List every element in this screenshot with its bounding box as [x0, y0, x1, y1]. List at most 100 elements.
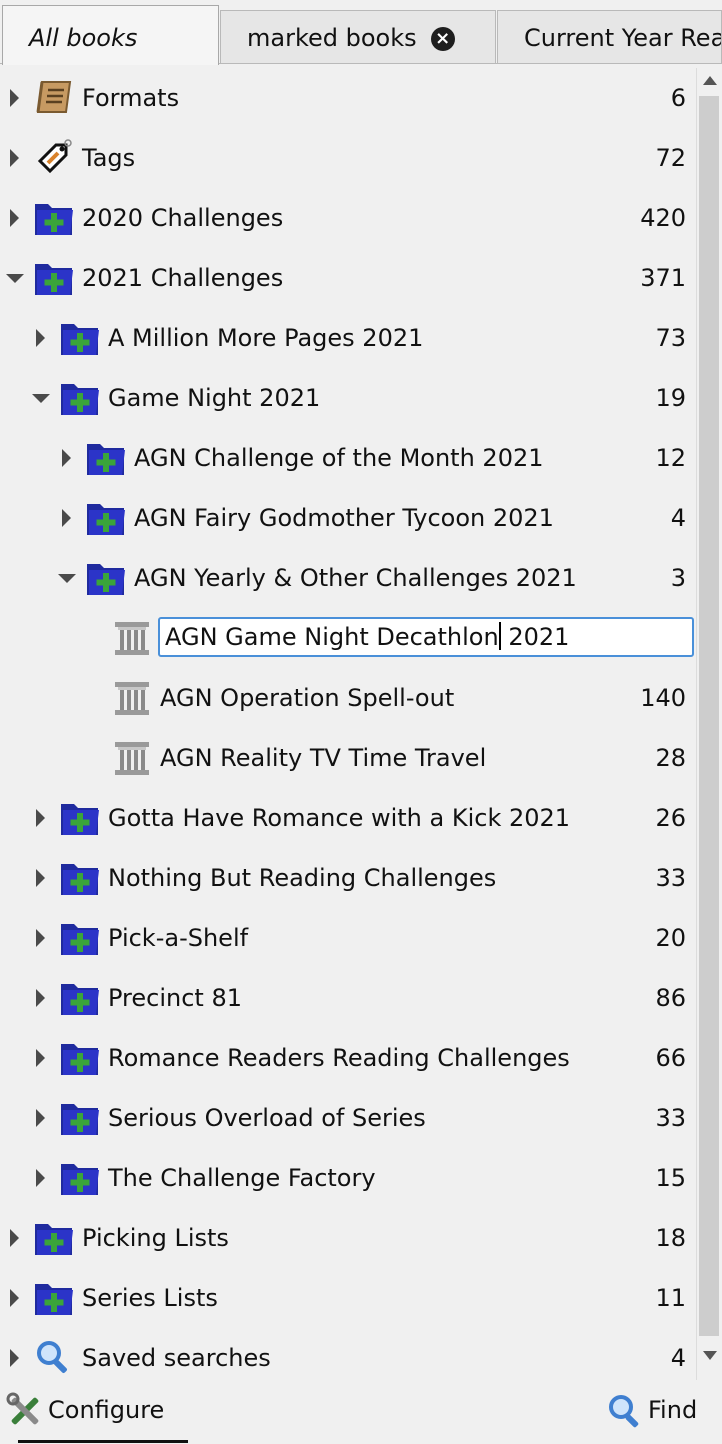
find-button[interactable]: Find [606, 1388, 697, 1432]
scroll-up-arrow-icon[interactable] [703, 76, 717, 85]
tree-row[interactable]: A Million More Pages 2021 73 [0, 308, 696, 368]
tree-row-count: 11 [655, 1284, 686, 1312]
folder-plus-icon [60, 1159, 100, 1197]
tree-row[interactable]: The Challenge Factory 15 [0, 1148, 696, 1208]
tree-row[interactable]: Picking Lists 18 [0, 1208, 696, 1268]
rename-input[interactable]: AGN Game Night Decathlon 2021 [158, 617, 694, 657]
close-icon[interactable]: × [430, 27, 455, 51]
tree-row[interactable]: 2020 Challenges 420 [0, 188, 696, 248]
tree-row-count: 66 [655, 1044, 686, 1072]
tab-current-year[interactable]: Current Year Rea [497, 10, 722, 64]
tree-row-label: AGN Operation Spell-out [160, 684, 455, 712]
search-icon [609, 1395, 639, 1428]
tag-browser: All books marked books × Current Year Rea… [0, 0, 722, 1444]
configure-button[interactable]: Configure [6, 1388, 164, 1432]
tree-row-count: 4 [670, 1344, 686, 1372]
tree-row[interactable]: Precinct 81 86 [0, 968, 696, 1028]
folder-plus-icon [60, 919, 100, 957]
tab-marked-books[interactable]: marked books × [220, 10, 496, 64]
scrollbar-thumb[interactable] [699, 96, 719, 1336]
bottom-toolbar: Configure Find [0, 1380, 722, 1444]
tree-row-count: 15 [655, 1164, 686, 1192]
expand-arrow-icon[interactable] [62, 509, 71, 527]
folder-plus-icon [86, 439, 126, 477]
scroll-down-arrow-icon[interactable] [703, 1351, 717, 1360]
tree-row[interactable]: Series Lists 11 [0, 1268, 696, 1328]
tree-row[interactable]: Romance Readers Reading Challenges 66 [0, 1028, 696, 1088]
tree-row-count: 72 [655, 144, 686, 172]
column-icon [112, 739, 152, 777]
expand-arrow-icon[interactable] [36, 809, 45, 827]
tag-icon [34, 139, 74, 177]
tab-all-books[interactable]: All books [2, 5, 219, 65]
tree-row-count: 33 [655, 864, 686, 892]
tree-row[interactable]: AGN Operation Spell-out 140 [0, 668, 696, 728]
expand-arrow-icon[interactable] [10, 1289, 19, 1307]
tree-row-label: Formats [82, 84, 180, 112]
expand-arrow-icon[interactable] [36, 1049, 45, 1067]
tree-row-count: 26 [655, 804, 686, 832]
tree-row[interactable]: Pick-a-Shelf 20 [0, 908, 696, 968]
tree-row-label: AGN Yearly & Other Challenges 2021 [134, 564, 577, 592]
tree-row-label: Pick-a-Shelf [108, 924, 249, 952]
folder-plus-icon [60, 859, 100, 897]
tree-row-label: AGN Challenge of the Month 2021 [134, 444, 544, 472]
folder-plus-icon [60, 1039, 100, 1077]
tree-row[interactable]: Saved searches 4 [0, 1328, 696, 1380]
collapse-arrow-icon[interactable] [6, 274, 24, 283]
tree-row-label: AGN Reality TV Time Travel [160, 744, 487, 772]
configure-label: Configure [48, 1396, 165, 1424]
tree-row-label: A Million More Pages 2021 [108, 324, 424, 352]
tree-row[interactable]: AGN Reality TV Time Travel 28 [0, 728, 696, 788]
folder-plus-icon [60, 979, 100, 1017]
tree-row[interactable]: Nothing But Reading Challenges 33 [0, 848, 696, 908]
expand-arrow-icon[interactable] [36, 1109, 45, 1127]
tree-row[interactable]: Game Night 2021 19 [0, 368, 696, 428]
expand-arrow-icon[interactable] [36, 989, 45, 1007]
tree-row-label: Tags [82, 144, 136, 172]
collapse-arrow-icon[interactable] [32, 394, 50, 403]
tree-row-count: 73 [655, 324, 686, 352]
tree-row[interactable]: Gotta Have Romance with a Kick 2021 26 [0, 788, 696, 848]
vertical-scrollbar[interactable] [696, 68, 722, 1380]
expand-arrow-icon[interactable] [36, 869, 45, 887]
tree-row-count: 19 [655, 384, 686, 412]
expand-arrow-icon[interactable] [10, 1349, 19, 1367]
expand-arrow-icon[interactable] [10, 1229, 19, 1247]
tree-row-count: 6 [670, 84, 686, 112]
collapse-arrow-icon[interactable] [58, 574, 76, 583]
tree-row[interactable]: Formats 6 [0, 68, 696, 128]
tree-row[interactable]: AGN Fairy Godmother Tycoon 2021 4 [0, 488, 696, 548]
tree-row-count: 3 [670, 564, 686, 592]
tree-row-count: 140 [640, 684, 686, 712]
tree-row-label: 2020 Challenges [82, 204, 284, 232]
folder-plus-icon [60, 799, 100, 837]
tree-row[interactable]: 2021 Challenges 371 [0, 248, 696, 308]
expand-arrow-icon[interactable] [10, 149, 19, 167]
tree-row-count: 28 [655, 744, 686, 772]
tree-row[interactable]: AGN Game Night Decathlon 2021 [0, 608, 696, 668]
folder-plus-icon [60, 1099, 100, 1137]
expand-arrow-icon[interactable] [36, 929, 45, 947]
tools-icon [6, 1392, 39, 1425]
tab-label: All books [29, 24, 138, 52]
tree-row[interactable]: AGN Challenge of the Month 2021 12 [0, 428, 696, 488]
tree-row[interactable]: Serious Overload of Series 33 [0, 1088, 696, 1148]
expand-arrow-icon[interactable] [36, 329, 45, 347]
tree-row-count: 20 [655, 924, 686, 952]
tree-row-count: 18 [655, 1224, 686, 1252]
expand-arrow-icon[interactable] [10, 209, 19, 227]
expand-arrow-icon[interactable] [62, 449, 71, 467]
expand-arrow-icon[interactable] [10, 89, 19, 107]
tree-row-count: 371 [640, 264, 686, 292]
tab-label: Current Year Rea [524, 24, 722, 52]
tree-row-count: 12 [655, 444, 686, 472]
tree-row[interactable]: AGN Yearly & Other Challenges 2021 3 [0, 548, 696, 608]
search-icon [34, 1339, 74, 1377]
column-icon [112, 619, 152, 657]
folder-plus-icon [60, 319, 100, 357]
expand-arrow-icon[interactable] [36, 1169, 45, 1187]
tree-row[interactable]: Tags 72 [0, 128, 696, 188]
folder-plus-icon [34, 199, 74, 237]
tree-row-label: Gotta Have Romance with a Kick 2021 [108, 804, 571, 832]
